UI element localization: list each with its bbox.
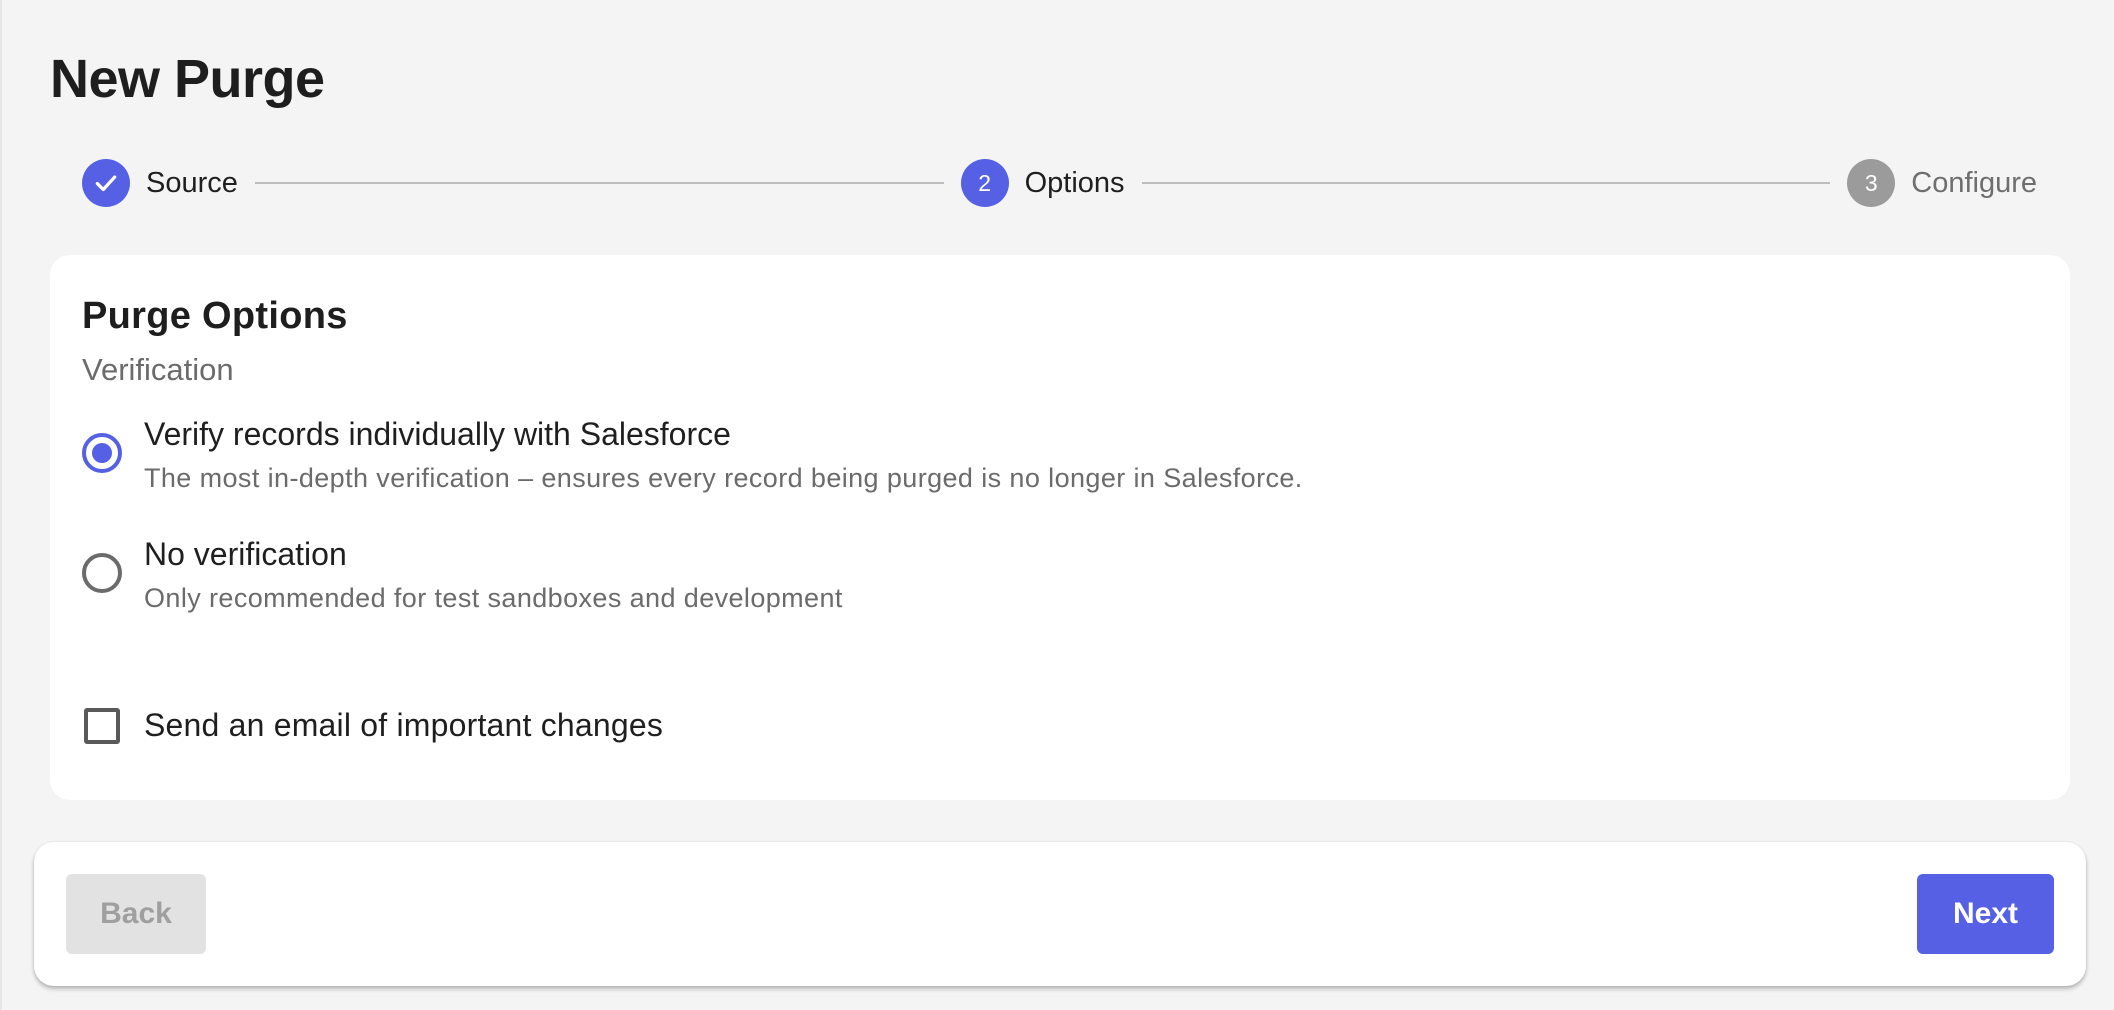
step-number-badge: 3 xyxy=(1847,159,1896,207)
step-label-options: Options xyxy=(1024,166,1125,199)
step-label-configure: Configure xyxy=(1911,166,2037,199)
step-configure[interactable]: 3 Configure xyxy=(1847,159,2037,207)
step-label-source: Source xyxy=(146,166,238,199)
option-text: No verification Only recommended for tes… xyxy=(144,535,843,614)
step-connector xyxy=(1141,182,1831,184)
email-checkbox-row[interactable]: Send an email of important changes xyxy=(82,707,663,744)
purge-options-card: Purge Options Verification Verify record… xyxy=(50,255,2070,800)
radio-button-selected[interactable] xyxy=(82,433,122,473)
radio-button[interactable] xyxy=(82,553,122,593)
option-no-verification[interactable]: No verification Only recommended for tes… xyxy=(82,535,843,614)
verification-section-label: Verification xyxy=(82,352,234,387)
option-verify-individually[interactable]: Verify records individually with Salesfo… xyxy=(82,415,1303,494)
step-number-badge: 2 xyxy=(960,159,1009,207)
stepper: Source 2 Options 3 Configure xyxy=(82,158,2037,208)
page-title: New Purge xyxy=(50,49,325,109)
step-source[interactable]: Source xyxy=(82,159,238,207)
next-button[interactable]: Next xyxy=(1917,874,2054,954)
radio-dot xyxy=(92,443,112,463)
option-title: No verification xyxy=(144,536,347,572)
option-description: Only recommended for test sandboxes and … xyxy=(144,583,843,613)
option-text: Verify records individually with Salesfo… xyxy=(144,415,1303,494)
option-title: Verify records individually with Salesfo… xyxy=(144,416,731,452)
page-left-border xyxy=(0,0,2,1010)
back-button[interactable]: Back xyxy=(66,874,206,954)
step-options[interactable]: 2 Options xyxy=(960,159,1125,207)
checkmark-icon xyxy=(95,175,117,192)
footer-action-bar: Back Next xyxy=(34,842,2086,986)
step-completed-indicator xyxy=(82,159,130,207)
card-title: Purge Options xyxy=(82,295,348,337)
option-description: The most in-depth verification – ensures… xyxy=(144,463,1303,493)
step-connector xyxy=(254,182,944,184)
email-checkbox-label: Send an email of important changes xyxy=(144,707,664,743)
email-checkbox[interactable] xyxy=(84,707,120,744)
